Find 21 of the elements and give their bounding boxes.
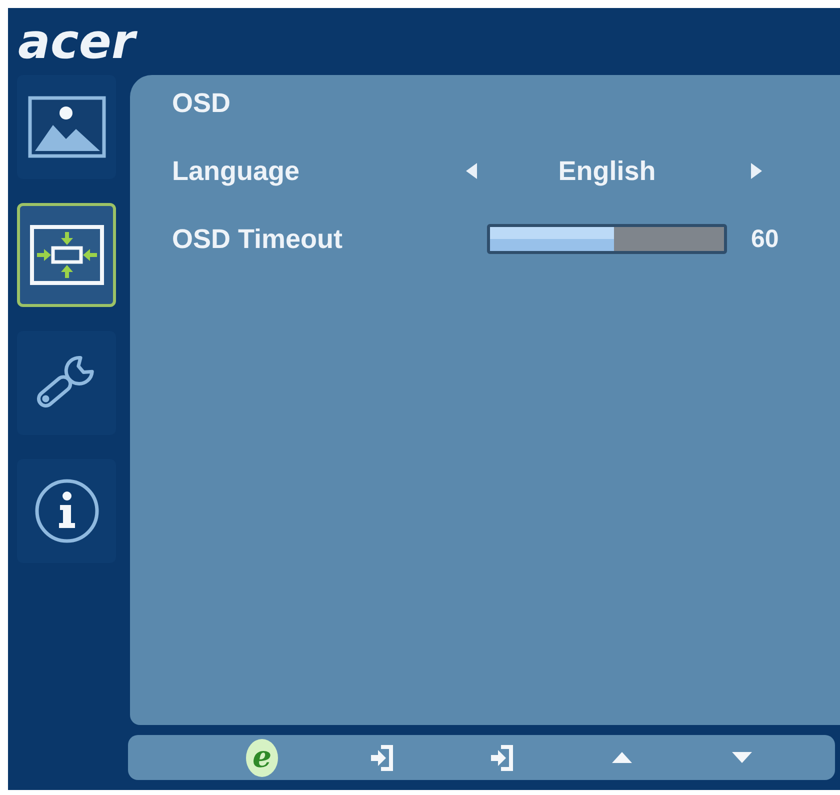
menu-title: OSD (172, 87, 232, 120)
sidebar-item[interactable] (17, 75, 116, 179)
info-icon (34, 478, 100, 544)
left-arrow-icon (466, 163, 477, 179)
mode-button[interactable]: e (246, 738, 278, 776)
screen-with-arrows-icon (28, 224, 104, 286)
sidebar-item[interactable] (17, 331, 116, 435)
slider-track[interactable] (487, 224, 727, 254)
enter-icon (370, 744, 394, 772)
setting-label: Language (172, 155, 300, 188)
up-triangle-icon (612, 752, 632, 763)
right-arrow-icon (751, 163, 762, 179)
setting-label: OSD Timeout (172, 223, 343, 256)
sidebar-item[interactable] (17, 459, 116, 563)
setting-value: English (557, 155, 657, 188)
logo: acer (18, 14, 138, 70)
slider-value: 60 (751, 224, 779, 255)
enter-icon (490, 744, 514, 772)
landscape-picture-icon (28, 96, 106, 158)
sidebar-item[interactable] (17, 203, 116, 307)
down-triangle-icon (732, 752, 752, 763)
